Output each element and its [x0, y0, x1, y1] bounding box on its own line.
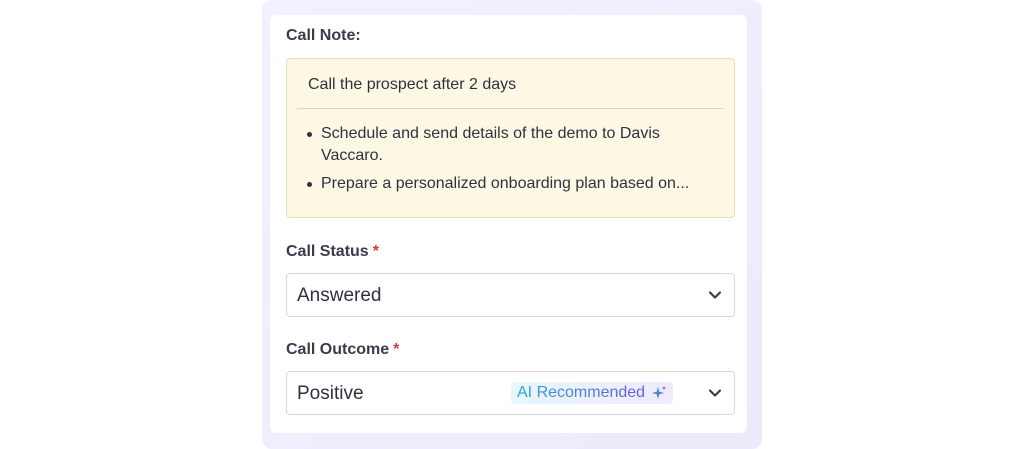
call-status-value: Answered — [297, 285, 382, 306]
required-mark: * — [393, 341, 400, 358]
call-note-title: Call the prospect after 2 days — [308, 76, 517, 93]
sparkle-icon — [652, 386, 667, 399]
chevron-down-icon[interactable] — [708, 386, 722, 400]
ai-recommended-text: AI Recommended — [517, 384, 646, 401]
call-outcome-value: Positive — [297, 383, 364, 404]
list-item: Schedule and send details of the demo to… — [301, 123, 721, 167]
chevron-down-icon[interactable] — [708, 288, 722, 302]
call-note-box: Call the prospect after 2 days Schedule … — [286, 58, 735, 218]
call-status-select[interactable]: Answered — [286, 273, 735, 317]
required-mark: * — [372, 243, 379, 260]
call-note-list: Schedule and send details of the demo to… — [301, 123, 721, 201]
list-item: Prepare a personalized onboarding plan b… — [301, 173, 721, 195]
call-outcome-label: Call Outcome * — [286, 341, 400, 358]
call-status-label: Call Status * — [286, 243, 379, 260]
call-outcome-select[interactable]: Positive AI Recommended — [286, 371, 735, 415]
call-note-label: Call Note: — [286, 27, 361, 44]
ai-recommended-badge: AI Recommended — [511, 382, 674, 404]
divider — [297, 108, 724, 109]
